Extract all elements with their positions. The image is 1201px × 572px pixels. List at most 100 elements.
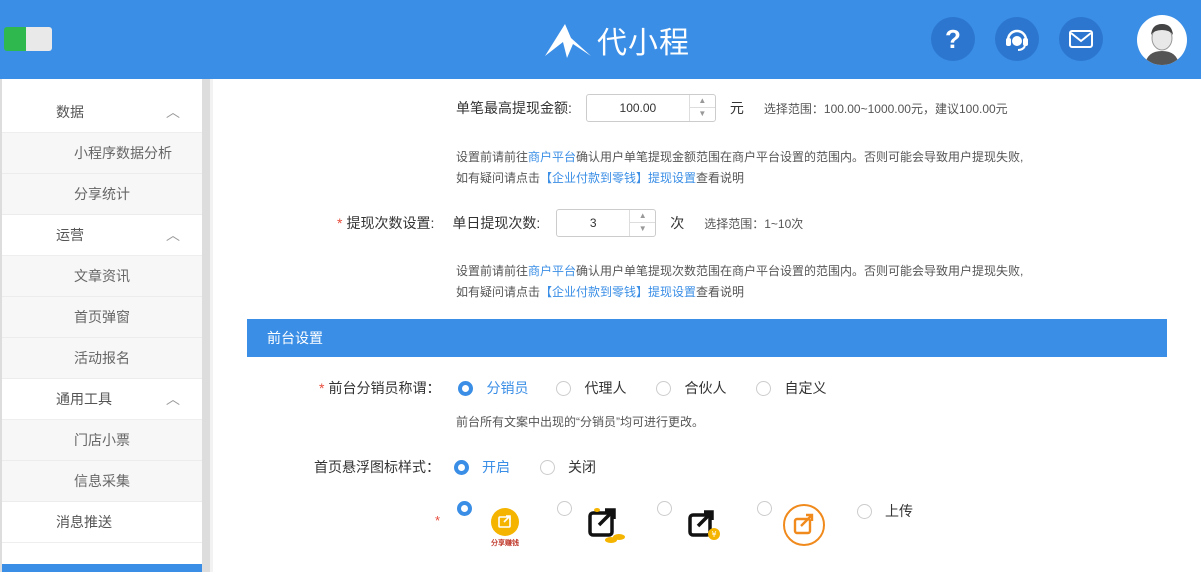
sidebar: 数据 ︿ 小程序数据分析 分享统计 运营 ︿ 文章资讯 首页弹窗 活动报名 通用… bbox=[0, 79, 210, 572]
stepper-down-icon[interactable]: ▼ bbox=[690, 108, 715, 121]
avatar-icon bbox=[1138, 16, 1186, 65]
message-button[interactable] bbox=[1059, 17, 1103, 61]
share-yen-icon: ¥ bbox=[688, 510, 720, 540]
withdraw-count-row: * 提现次数设置: 单日提现次数: 3 ▲ ▼ 次 选择范围：1~10次 bbox=[337, 209, 803, 237]
toggle-off-segment bbox=[26, 27, 52, 51]
radio-distributor[interactable]: 分销员 bbox=[458, 378, 528, 398]
number-stepper: ▲ ▼ bbox=[688, 95, 715, 121]
daily-withdraw-label: 单日提现次数: bbox=[452, 215, 541, 231]
customer-service-button[interactable] bbox=[995, 17, 1039, 61]
front-title-label-text: 前台分销员称谓： bbox=[328, 380, 441, 396]
tip-text: 设置前请前往 bbox=[456, 150, 529, 164]
sidebar-item-miniprogram-analytics[interactable]: 小程序数据分析 bbox=[2, 133, 202, 174]
daily-withdraw-input[interactable]: 3 ▲ ▼ bbox=[556, 209, 657, 237]
radio-label: 代理人 bbox=[584, 380, 627, 396]
radio-icon-style-4[interactable] bbox=[757, 501, 772, 516]
app-logo: 代小程 bbox=[543, 18, 690, 62]
front-title-label: * 前台分销员称谓： bbox=[319, 380, 441, 396]
share-earn-icon-option: 分享赚钱 bbox=[485, 507, 525, 547]
sidebar-group-data[interactable]: 数据 ︿ bbox=[2, 92, 202, 133]
max-withdraw-range: 选择范围：100.00~1000.00元，建议100.00元 bbox=[763, 101, 1008, 116]
sidebar-item-store-receipt[interactable]: 门店小票 bbox=[2, 420, 202, 461]
radio-dot bbox=[656, 380, 672, 396]
front-title-note: 前台所有文案中出现的“分销员”均可进行更改。 bbox=[456, 415, 704, 429]
sidebar-item-articles[interactable]: 文章资讯 bbox=[2, 256, 202, 297]
sidebar-item-home-popup[interactable]: 首页弹窗 bbox=[2, 297, 202, 338]
sidebar-group-tools[interactable]: 通用工具 ︿ bbox=[2, 379, 202, 420]
radio-float-off[interactable]: 关闭 bbox=[540, 457, 596, 477]
mail-icon bbox=[1069, 30, 1093, 48]
stepper-up-icon[interactable]: ▲ bbox=[630, 210, 656, 223]
sidebar-group-label: 数据 bbox=[56, 104, 84, 120]
stepper-up-icon[interactable]: ▲ bbox=[689, 95, 715, 108]
radio-label: 自定义 bbox=[784, 380, 827, 396]
withdraw-count-title: * 提现次数设置: bbox=[337, 215, 435, 231]
sidebar-toggle[interactable] bbox=[4, 27, 52, 51]
radio-dot bbox=[556, 380, 572, 396]
tip-text: 查看说明 bbox=[696, 171, 745, 185]
question-icon: ? bbox=[945, 23, 961, 54]
max-withdraw-unit: 元 bbox=[729, 100, 744, 116]
radio-icon-style-3[interactable] bbox=[657, 501, 672, 516]
max-withdraw-input[interactable]: 100.00 ▲ ▼ bbox=[585, 94, 716, 122]
radio-label: 关闭 bbox=[568, 459, 596, 475]
chevron-up-icon: ︿ bbox=[166, 104, 180, 120]
sidebar-group-label: 运营 bbox=[56, 227, 84, 243]
number-stepper: ▲ ▼ bbox=[629, 210, 656, 236]
share-coins-icon bbox=[588, 508, 625, 543]
withdraw-settings-link[interactable]: 【企业付款到零钱】提现设置 bbox=[540, 171, 696, 185]
sidebar-active-item[interactable] bbox=[2, 564, 202, 572]
withdraw-count-tip: 设置前请前往商户平台确认用户单笔提现次数范围在商户平台设置的范围内。否则可能会导… bbox=[456, 261, 1023, 303]
sidebar-menu: 数据 ︿ 小程序数据分析 分享统计 运营 ︿ 文章资讯 首页弹窗 活动报名 通用… bbox=[2, 79, 202, 572]
stepper-down-icon[interactable]: ▼ bbox=[630, 223, 655, 236]
front-settings-header: 前台设置 bbox=[247, 319, 1167, 357]
tip-text: 设置前请前往 bbox=[456, 264, 529, 278]
radio-float-on[interactable]: 开启 bbox=[454, 457, 510, 477]
max-withdraw-row: 单笔最高提现金额: 100.00 ▲ ▼ 元 选择范围：100.00~1000.… bbox=[456, 94, 1008, 122]
radio-label: 分销员 bbox=[486, 380, 529, 396]
daily-withdraw-value: 3 bbox=[589, 216, 597, 230]
sidebar-item-info-collection[interactable]: 信息采集 bbox=[2, 461, 202, 502]
radio-custom[interactable]: 自定义 bbox=[756, 378, 826, 398]
share-earn-caption: 分享赚钱 bbox=[491, 540, 519, 547]
float-icon-label: 首页悬浮图标样式： bbox=[314, 459, 440, 475]
chevron-up-icon: ︿ bbox=[166, 391, 180, 407]
radio-label: 开启 bbox=[482, 459, 510, 475]
sidebar-item-event-signup[interactable]: 活动报名 bbox=[2, 338, 202, 379]
radio-partner[interactable]: 合伙人 bbox=[656, 378, 726, 398]
tip-text: 查看说明 bbox=[696, 285, 745, 299]
front-title-row: * 前台分销员称谓： 分销员 代理人 合伙人 自定义 bbox=[319, 378, 826, 398]
withdraw-count-title-text: 提现次数设置: bbox=[346, 215, 435, 231]
radio-dot bbox=[540, 459, 555, 475]
sidebar-group-operation[interactable]: 运营 ︿ bbox=[2, 215, 202, 256]
help-button[interactable]: ? bbox=[931, 17, 975, 61]
sidebar-group-label: 通用工具 bbox=[56, 391, 112, 407]
daily-withdraw-unit: 次 bbox=[670, 215, 685, 231]
radio-icon-style-2[interactable] bbox=[557, 501, 572, 516]
sidebar-item-share-stats[interactable]: 分享统计 bbox=[2, 174, 202, 215]
float-icon-row: 首页悬浮图标样式： 开启 关闭 bbox=[314, 457, 596, 477]
radio-label: 合伙人 bbox=[684, 380, 727, 396]
merchant-platform-link[interactable]: 商户平台 bbox=[528, 264, 576, 278]
radio-agent[interactable]: 代理人 bbox=[556, 378, 626, 398]
logo-text: 代小程 bbox=[597, 26, 690, 61]
chevron-up-icon: ︿ bbox=[166, 227, 180, 243]
radio-upload-icon[interactable]: 上传 bbox=[857, 501, 913, 521]
tip-text: 确认用户单笔提现金额范围在商户平台设置的范围内。否则可能会导致用户提现失败, bbox=[576, 150, 1024, 164]
logo-plane-icon bbox=[545, 24, 591, 58]
tip-text: 确认用户单笔提现次数范围在商户平台设置的范围内。否则可能会导致用户提现失败, bbox=[576, 264, 1024, 278]
user-avatar[interactable] bbox=[1137, 15, 1187, 65]
max-withdraw-value: 100.00 bbox=[619, 101, 657, 115]
toggle-on-segment bbox=[4, 27, 26, 51]
withdraw-settings-link[interactable]: 【企业付款到零钱】提现设置 bbox=[540, 285, 696, 299]
sidebar-item-message-push[interactable]: 消息推送 bbox=[2, 502, 202, 543]
merchant-platform-link[interactable]: 商户平台 bbox=[528, 150, 576, 164]
radio-dot bbox=[454, 459, 469, 475]
sidebar-item-label: 消息推送 bbox=[56, 514, 112, 530]
svg-text:¥: ¥ bbox=[711, 530, 716, 539]
radio-icon-style-1[interactable] bbox=[457, 501, 472, 516]
max-withdraw-tip: 设置前请前往商户平台确认用户单笔提现金额范围在商户平台设置的范围内。否则可能会导… bbox=[456, 147, 1023, 189]
customer-service-icon bbox=[1006, 29, 1028, 51]
tip-text: 如有疑问请点击 bbox=[456, 285, 541, 299]
top-header: 代小程 ? bbox=[0, 0, 1201, 79]
